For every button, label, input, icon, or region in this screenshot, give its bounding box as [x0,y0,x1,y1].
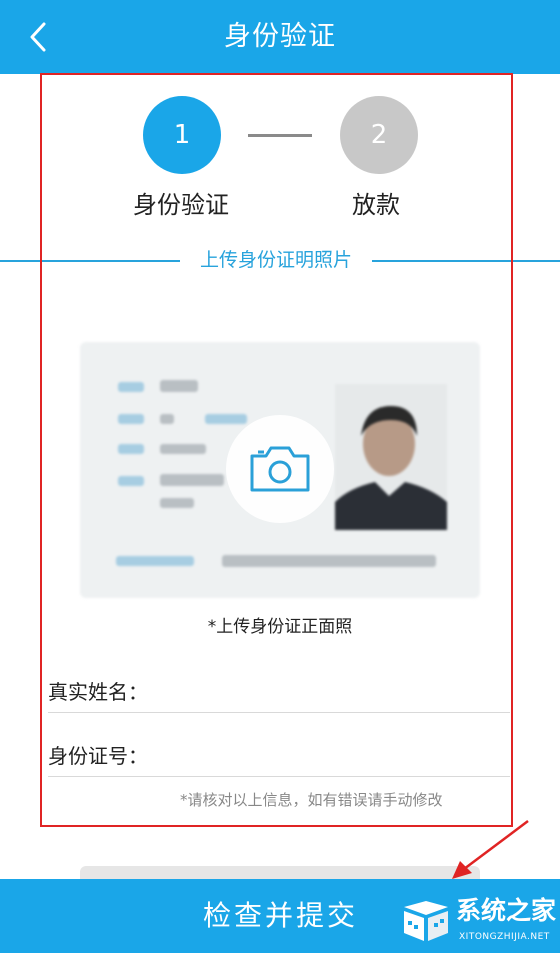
upload-hint: *上传身份证正面照 [207,617,353,637]
submit-button-label: 检查并提交 [203,899,359,932]
annotation-arrow [452,820,529,879]
watermark-url: XITONGZHIJIA.NET [459,932,550,942]
section-divider-left [0,260,180,262]
site-watermark: 系统之家 XITONGZHIJIA.NET [398,893,560,951]
camera-icon [250,446,310,492]
section-divider-right [372,260,560,262]
step-1-indicator: 1 [143,96,221,174]
step-1-label: 身份验证 [133,191,229,219]
id-photo [335,384,447,530]
camera-button[interactable] [226,415,334,523]
step-2-label: 放款 [352,191,400,219]
card-value-line [160,414,174,424]
id-number-field-underline [48,776,510,777]
name-field-underline [48,712,510,713]
watermark-logo [404,901,448,941]
watermark-text: 系统之家 [456,896,557,925]
name-input[interactable] [158,677,510,707]
card-value-line [160,380,198,392]
card-value-line [160,444,206,454]
card-edge [80,866,480,880]
card-value-line [160,498,194,508]
id-number-input[interactable] [158,741,510,771]
card-label-line [118,476,144,486]
card-value-line [160,474,224,486]
app-header: 身份验证 [0,0,560,74]
name-label: 真实姓名： [48,680,148,704]
card-label-line [118,414,144,424]
card-value-line [222,555,436,567]
id-number-label: 身份证号： [48,744,148,768]
step-2-indicator: 2 [340,96,418,174]
page-title: 身份验证 [224,21,336,52]
card-label-line [205,414,247,424]
section-title: 上传身份证明照片 [199,249,352,271]
verify-note: *请核对以上信息，如有错误请手动修改 [180,791,443,809]
card-label-line [118,382,144,392]
card-label-line [116,556,194,566]
card-label-line [118,444,144,454]
step-connector [248,134,312,137]
